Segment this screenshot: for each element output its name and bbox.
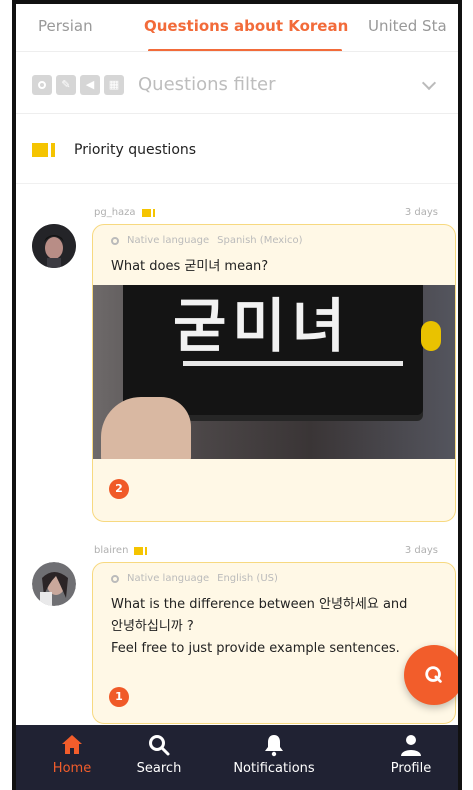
- chevron-down-icon[interactable]: [421, 75, 437, 91]
- yellow-object: [421, 321, 441, 351]
- bell-icon: [265, 735, 283, 757]
- question-post[interactable]: blairen 3 days Native language English (…: [16, 532, 458, 724]
- question-text: What is the difference between 안녕하세요 and…: [111, 597, 408, 656]
- nav-notifications[interactable]: Notifications: [190, 725, 358, 790]
- priority-questions-label: Priority questions: [74, 141, 197, 158]
- language-tabs: Persian Questions about Korean United St…: [16, 4, 458, 52]
- person-icon: [401, 735, 421, 756]
- priority-badge-icon: [32, 142, 55, 157]
- post-username[interactable]: blairen: [94, 545, 148, 556]
- bottom-navigation: Home Search Notifications Profile: [16, 725, 458, 790]
- patch-lettering: 굳미녀: [173, 292, 352, 360]
- globe-icon: [111, 574, 119, 583]
- avatar[interactable]: [32, 224, 76, 268]
- question-text: What does 굳미녀 mean?: [111, 259, 269, 274]
- native-language-row: Native language English (US): [93, 563, 455, 584]
- answer-count-badge: 1: [109, 687, 129, 707]
- filter-type-icon: [32, 74, 52, 95]
- native-language-row: Native language Spanish (Mexico): [93, 225, 455, 246]
- ask-question-button[interactable]: [404, 645, 458, 705]
- filter-image-icon: ▦: [104, 74, 124, 95]
- post-time: 3 days: [404, 545, 438, 556]
- question-bubble-icon: [425, 666, 442, 683]
- nav-profile[interactable]: Profile: [358, 725, 458, 790]
- nav-home[interactable]: Home: [16, 725, 128, 790]
- tab-persian[interactable]: Persian: [30, 4, 136, 51]
- filter-placeholder: Questions filter: [138, 74, 276, 95]
- filter-audio-icon: ◀: [80, 74, 100, 95]
- nav-search[interactable]: Search: [128, 725, 190, 790]
- questions-filter[interactable]: ✎ ◀ ▦ Questions filter: [16, 56, 458, 114]
- globe-icon: [111, 236, 119, 245]
- thumb-graphic: [101, 397, 191, 459]
- post-time: 3 days: [404, 207, 438, 218]
- filter-pencil-icon: ✎: [56, 74, 76, 95]
- patch-underline: [183, 361, 403, 366]
- question-post[interactable]: pg_haza 3 days Native language Spanish (…: [16, 194, 458, 524]
- priority-questions-row[interactable]: Priority questions: [16, 116, 458, 184]
- patch-graphic: 굳미녀: [123, 285, 423, 415]
- tab-questions-about-korean[interactable]: Questions about Korean: [136, 4, 354, 51]
- priority-badge-icon: [141, 208, 155, 217]
- question-image[interactable]: 굳미녀: [93, 285, 455, 459]
- priority-badge-icon: [134, 546, 148, 555]
- question-card[interactable]: Native language Spanish (Mexico) What do…: [92, 224, 456, 522]
- search-icon: [149, 735, 170, 756]
- question-card[interactable]: Native language English (US) What is the…: [92, 562, 456, 724]
- app-screen: Persian Questions about Korean United St…: [12, 0, 462, 790]
- tab-united-states[interactable]: United Sta: [360, 4, 455, 51]
- post-username[interactable]: pg_haza: [94, 207, 155, 218]
- answer-count-badge: 2: [109, 479, 129, 499]
- avatar[interactable]: [32, 562, 76, 606]
- home-icon: [62, 735, 82, 754]
